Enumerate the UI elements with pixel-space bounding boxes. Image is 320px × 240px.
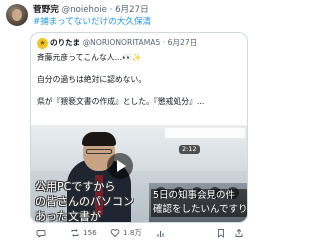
quoted-tweet-header: のりたま @NORIONORITAMA5 · 6月27日 xyxy=(50,37,246,49)
tweet-header: 菅野完 @noiehoie · 6月27日 xyxy=(33,4,249,16)
hashtag-link[interactable]: #捕まってないだけの大久保清 xyxy=(33,16,151,28)
reply-icon xyxy=(36,230,46,238)
video-person-glasses xyxy=(86,149,112,154)
bookmark-icon xyxy=(218,229,224,238)
views-icon xyxy=(157,231,164,237)
video-person-hair xyxy=(82,132,116,146)
video-duration-badge: 2:12 xyxy=(179,145,200,154)
author-avatar[interactable] xyxy=(6,4,28,26)
video-caption-line: 5日の知事会見の件 xyxy=(151,189,247,203)
views-button[interactable] xyxy=(156,226,169,240)
quoted-author-handle[interactable]: @NORIONORITAMA5 xyxy=(83,38,161,47)
bookmark-button[interactable] xyxy=(216,226,229,240)
quoted-text-line: 斉藤元彦ってこんな人...👀✨ xyxy=(37,53,142,62)
tweet-date[interactable]: 6月27日 xyxy=(115,5,149,15)
quoted-header-separator: · xyxy=(162,38,166,47)
quoted-tweet-date[interactable]: 6月27日 xyxy=(168,38,198,47)
quoted-author-name[interactable]: のりたま xyxy=(50,38,80,47)
tweet[interactable]: 菅野完 @noiehoie · 6月27日 #捕まってないだけの大久保清 ★ の… xyxy=(0,0,251,240)
share-button[interactable] xyxy=(234,226,247,240)
like-button[interactable]: 1.8万 xyxy=(110,226,142,240)
video-top-banner xyxy=(165,128,245,138)
video-subtitle-line: の皆さんのパソコン xyxy=(35,195,134,208)
retweet-button[interactable]: 156 xyxy=(70,226,97,240)
reply-button[interactable] xyxy=(36,226,49,240)
retweet-icon xyxy=(71,229,79,237)
quoted-author-avatar[interactable]: ★ xyxy=(37,38,48,49)
like-count: 1.8万 xyxy=(123,228,142,237)
video-caption-line: 確認をしたいんですり xyxy=(151,203,247,217)
tweet-actions: 156 1.8万 xyxy=(30,226,248,240)
quoted-text-line: 県が『猥褻文書の作成』とした。『懲戒処分』... xyxy=(37,97,205,106)
video-subtitle-line: 公用PCですから xyxy=(35,180,116,193)
author-name[interactable]: 菅野完 xyxy=(33,5,59,15)
author-handle[interactable]: @noiehoie xyxy=(62,5,107,15)
quoted-tweet[interactable]: ★ のりたま @NORIONORITAMA5 · 6月27日 斉藤元彦ってこんな… xyxy=(30,32,248,223)
share-icon xyxy=(235,228,243,237)
video-thumbnail[interactable]: 5日の知事会見の件 確認をしたいんですり 公用PCですから の皆さんのパソコン … xyxy=(31,125,247,223)
header-separator: · xyxy=(109,5,113,15)
retweet-count: 156 xyxy=(83,228,97,237)
quoted-text-line: 自分の過ちは絶対に認めない。 xyxy=(37,75,147,84)
heart-icon xyxy=(110,229,120,238)
play-icon[interactable] xyxy=(107,153,133,179)
video-subtitle-line: あった文書が xyxy=(35,210,101,223)
